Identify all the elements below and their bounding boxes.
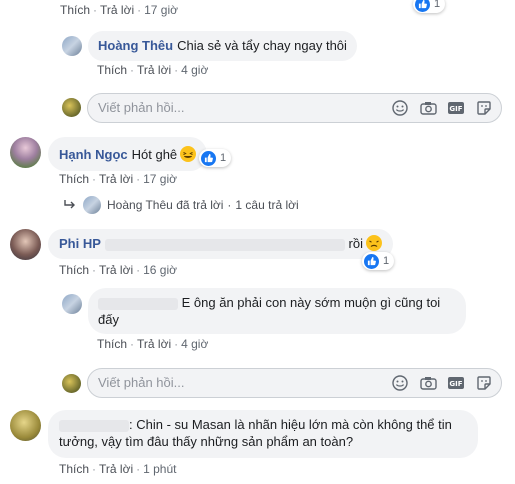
reply-link[interactable]: Trả lời [99,462,133,476]
timestamp[interactable]: 4 giờ [181,63,208,77]
like-icon [201,150,216,166]
comment-actions: Thích · Trả lời · 16 giờ [59,263,177,277]
camera-icon[interactable] [419,374,437,392]
like-icon [364,253,379,269]
gif-icon[interactable]: GIF [447,374,465,392]
avatar[interactable] [62,36,82,56]
like-link[interactable]: Thích [97,63,127,77]
user-avatar [62,374,81,393]
comment-text: rồi [348,236,363,251]
reaction-count[interactable]: 1 [199,149,232,167]
reply-link[interactable]: Trả lời [137,63,171,77]
top-actions: Thích · Trả lời · 17 giờ [60,3,178,17]
sticker-icon[interactable] [475,374,493,392]
comment-bubble: Phi HP rồi [48,229,393,259]
reply-arrow-icon [64,200,75,209]
like-icon [415,0,430,12]
separator: · [92,462,97,476]
comment-bubble: Hạnh Ngọc Hót ghê [48,137,208,171]
separator: · [130,337,135,351]
replier-name: Hoàng Thêu [107,198,173,212]
comment-bubble: : Chin - su Masan là nhãn hiệu lớn mà cò… [48,410,478,458]
separator: · [136,172,141,186]
separator: · [136,263,141,277]
like-link[interactable]: Thích [59,172,89,186]
timestamp[interactable]: 16 giờ [143,263,177,277]
camera-icon[interactable] [419,99,437,117]
comment-text: Hót ghê [131,147,178,162]
view-replies-link[interactable]: Hoàng Thêu đã trả lời · 1 câu trả lời [63,196,299,214]
like-link[interactable]: Thích [59,462,89,476]
separator: · [92,172,97,186]
reaction-number: 1 [220,152,227,164]
laugh-emoji [180,146,197,162]
separator: · [174,63,179,77]
like-link[interactable]: Thích [59,263,89,277]
sticker-icon[interactable] [475,99,493,117]
reply-actions: Thích · Trả lời · 4 giờ [97,63,208,77]
reaction-count[interactable]: 1 [413,0,446,13]
avatar[interactable] [62,294,82,314]
like-link[interactable]: Thích [97,337,127,351]
like-link[interactable]: Thích [60,3,90,17]
gif-icon[interactable]: GIF [447,99,465,117]
reply-bubble: Hoàng Thêu Chia sẻ và tẩy chay ngay thôi [88,31,357,61]
timestamp[interactable]: 17 giờ [144,3,178,17]
svg-text:GIF: GIF [449,380,462,388]
reply-link[interactable]: Trả lời [137,337,171,351]
avatar[interactable] [10,137,41,168]
reply-link[interactable]: Trả lời [99,263,133,277]
reply-input[interactable]: Viết phản hồi... GIF [87,368,502,398]
obscured-name [59,419,129,432]
reaction-count[interactable]: 1 [362,252,395,270]
comment-actions: Thích · Trả lời · 17 giờ [59,172,177,186]
obscured-text [104,238,345,251]
reply-bubble: E ông ăn phải con này sớm muộn gì cũng t… [88,288,466,334]
separator: · [93,3,98,17]
reply-input[interactable]: Viết phản hồi... GIF [87,93,502,123]
avatar [83,196,101,214]
reaction-number: 1 [434,0,441,10]
obscured-name [98,297,178,310]
avatar[interactable] [10,229,41,260]
reply-link[interactable]: Trả lời [99,172,133,186]
reply-actions: Thích · Trả lời · 4 giờ [97,337,208,351]
reaction-number: 1 [383,255,390,267]
commenter-name[interactable]: Hạnh Ngọc [59,147,128,162]
timestamp[interactable]: 17 giờ [143,172,177,186]
user-avatar [62,98,81,117]
separator: · [174,337,179,351]
timestamp[interactable]: 1 phút [143,462,176,476]
reply-placeholder: Viết phản hồi... [98,100,185,115]
separator: · [92,263,97,277]
separator: · [130,63,135,77]
commenter-name[interactable]: Phi HP [59,236,101,251]
emoji-icon[interactable] [391,99,409,117]
comment-text: Chia sẻ và tẩy chay ngay thôi [177,38,347,53]
separator: · [137,3,142,17]
svg-text:GIF: GIF [449,105,462,113]
commenter-name[interactable]: Hoàng Thêu [98,38,173,53]
timestamp[interactable]: 4 giờ [181,337,208,351]
reply-count: 1 câu trả lời [235,198,299,212]
reply-placeholder: Viết phản hồi... [98,375,185,390]
reply-link[interactable]: Trả lời [100,3,134,17]
separator: · [227,198,232,212]
comment-actions: Thích · Trả lời · 1 phút [59,462,176,476]
emoji-icon[interactable] [391,374,409,392]
sad-emoji [365,235,382,251]
avatar[interactable] [10,410,41,441]
replied-text: đã trả lời [176,198,224,212]
separator: · [136,462,141,476]
